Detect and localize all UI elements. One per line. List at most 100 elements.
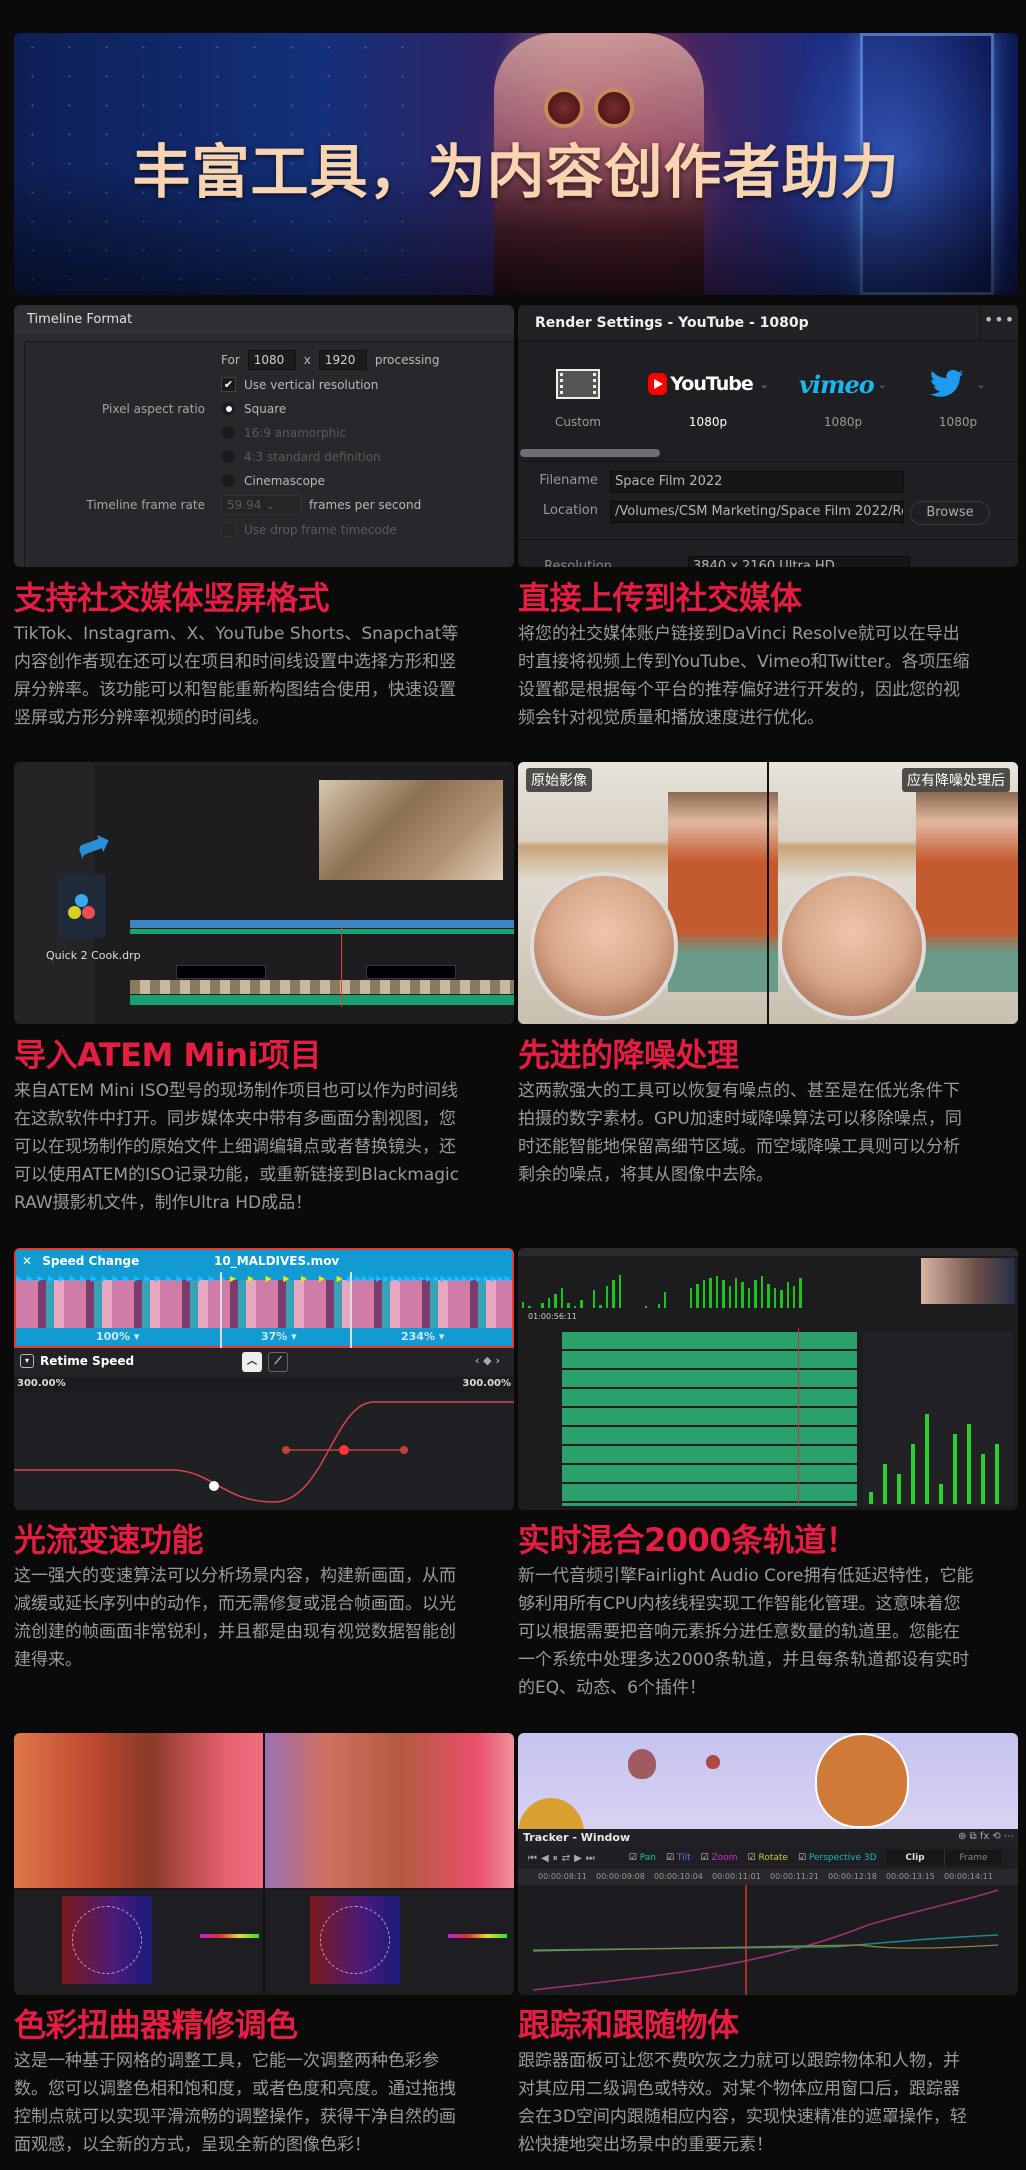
timecode-label: 00:00:10:04 — [654, 1872, 703, 1881]
feature-body: 跟踪器面板可让您不费吹灰之力就可以跟踪物体和人物，并对其应用二级调色或特效。对某… — [518, 2051, 967, 2155]
speed-point-handle[interactable] — [220, 1272, 222, 1348]
twitter-bird-icon — [930, 369, 964, 397]
checkbox-checked-icon[interactable]: ☑ — [701, 1853, 712, 1863]
playhead — [798, 1328, 799, 1506]
chevron-down-icon[interactable]: ⌄ — [760, 378, 769, 391]
tracker-option-zoom[interactable]: ☑ Zoom — [701, 1853, 738, 1863]
film-icon — [556, 369, 600, 399]
timecode-label: 00:00:12:18 — [828, 1872, 877, 1881]
preset-twitter[interactable]: ⌄ 1080p — [918, 369, 998, 429]
tab-clip[interactable]: Clip — [886, 1850, 944, 1866]
atem-project-screenshot: ➦ Quick 2 Cook.drp — [14, 762, 514, 1024]
preset-vimeo[interactable]: vimeo ⌄ 1080p — [788, 369, 898, 430]
color-warper-screenshot — [14, 1733, 514, 1995]
location-input[interactable]: /Volumes/CSM Marketing/Space Film 2022/R… — [610, 501, 904, 523]
davinci-project-file-icon — [58, 874, 106, 938]
use-vertical-resolution[interactable]: ✔ Use vertical resolution — [221, 377, 378, 392]
radio-selected-icon[interactable] — [221, 401, 236, 416]
x-label: x — [303, 353, 311, 367]
before-image — [14, 1733, 263, 1888]
horizontal-scrollbar[interactable] — [520, 449, 660, 457]
tab-frame[interactable]: Frame — [944, 1850, 1002, 1866]
filename-label: Filename — [539, 473, 598, 488]
feature-title: 直接上传到社交媒体 — [518, 579, 802, 617]
radio-anamorphic: 16:9 anamorphic — [221, 425, 346, 440]
timecode-label: 00:00:11:01 — [712, 1872, 761, 1881]
retime-curve-graph[interactable] — [14, 1392, 514, 1510]
audio-tracks — [562, 1332, 857, 1506]
linear-curve-button[interactable]: ⟋ — [268, 1352, 288, 1372]
segment-speed-select[interactable]: 234% ▾ — [401, 1330, 444, 1343]
for-label: For — [221, 353, 240, 367]
tracker-title: Tracker - Window — [518, 1829, 1018, 1847]
keyframe-point[interactable] — [339, 1445, 349, 1455]
segment-speed-select[interactable]: 37% ▾ — [261, 1330, 297, 1343]
speed-arrows: ▶ ▶ ▶ ▶ ▶ ▶ ▶ ▶ ▶ ▶ ▶ ▶ ▶ ▶ ▶ ▶ ▶ ▶ ▶ ▶ … — [16, 1274, 512, 1283]
feature-title: 导入ATEM Mini项目 — [14, 1036, 322, 1074]
chevron-down-icon[interactable]: ⌄ — [976, 378, 985, 391]
radio-disabled-icon — [221, 425, 236, 440]
magnifier-clean — [778, 872, 926, 1020]
feature-body: 这一强大的变速算法可以分析场景内容，构建新画面，从而减缓或延长序列中的动作，而无… — [14, 1566, 456, 1670]
before-tag: 原始影像 — [526, 768, 592, 792]
radio-unselected-icon[interactable] — [221, 473, 236, 488]
resolution-select[interactable]: 3840 x 2160 Ultra HD — [688, 556, 910, 567]
feature-object-tracking: 跟踪和跟随物体 跟踪器面板可让您不费吹灰之力就可以跟踪物体和人物，并对其应用二级… — [518, 2005, 1018, 2159]
checkbox-checked-icon[interactable]: ☑ — [666, 1853, 677, 1863]
filename-input[interactable]: Space Film 2022 — [610, 471, 904, 493]
tracked-balloon[interactable] — [815, 1733, 909, 1828]
radio-cinemascope[interactable]: Cinemascope — [221, 473, 325, 488]
feature-optical-flow: 光流变速功能 这一强大的变速算法可以分析场景内容，构建新画面，从而减缓或延长序列… — [14, 1520, 514, 1674]
checkbox-checked-icon[interactable]: ☑ — [629, 1853, 640, 1863]
smooth-curve-button[interactable]: ︿ — [242, 1352, 262, 1372]
bezier-handle[interactable] — [400, 1446, 408, 1454]
checkbox-checked-icon[interactable]: ✔ — [221, 377, 236, 392]
speed-change-panel: ✕ Speed Change 10_MALDIVES.mov ▶ ▶ ▶ ▶ ▶… — [14, 1248, 514, 1510]
browse-button[interactable]: Browse — [910, 501, 990, 525]
clip-name: 10_MALDIVES.mov — [214, 1254, 340, 1268]
checkbox-checked-icon[interactable]: ☑ — [748, 1853, 759, 1863]
tracker-option-pan[interactable]: ☑ Pan — [629, 1853, 656, 1863]
chevron-down-icon[interactable]: ⌄ — [878, 378, 887, 391]
width-input[interactable]: 1080 — [247, 350, 296, 370]
chevron-down-icon: ⌄ — [265, 498, 276, 512]
feature-body: 这两款强大的工具可以恢复有噪点的、甚至是在低光条件下拍摄的数字素材。GPU加速时… — [518, 1081, 962, 1185]
keyframe-nav-icon[interactable]: ‹ ◆ › — [475, 1354, 500, 1367]
processing-label: processing — [374, 353, 440, 367]
tracker-window-screenshot: Tracker - Window ⊕ ⧉ fx ⟲ ⋯ ⏮◀⏸⇄▶⏭ ☑ Pan… — [518, 1733, 1018, 1995]
radio-square[interactable]: Square — [221, 401, 286, 416]
video-preview — [921, 1258, 1015, 1304]
keyframe-point[interactable] — [209, 1481, 219, 1491]
more-icon[interactable]: ••• — [980, 305, 1018, 341]
preset-custom[interactable]: Custom — [548, 369, 608, 429]
warper-grid[interactable] — [62, 1896, 152, 1984]
feature-body: 将您的社交媒体账户链接到DaVinci Resolve就可以在导出时直接将视频上… — [518, 624, 970, 728]
checkbox-checked-icon[interactable]: ☑ — [798, 1853, 809, 1863]
segment-speed-select[interactable]: 100% ▾ — [96, 1330, 139, 1343]
collapse-toggle-icon[interactable]: ▾ — [20, 1354, 34, 1368]
tracker-graph[interactable] — [518, 1885, 1018, 1995]
tracker-option-tilt[interactable]: ☑ Tilt — [666, 1853, 691, 1863]
transport-controls[interactable]: ⏮◀⏸⇄▶⏭ — [528, 1853, 599, 1864]
left-speed-value: 300.00% — [17, 1378, 66, 1389]
tracker-option-rotate[interactable]: ☑ Rotate — [748, 1853, 788, 1863]
magnifier-noisy — [530, 872, 678, 1020]
feature-body: TikTok、Instagram、X、YouTube Shorts、Snapch… — [14, 624, 459, 728]
feature-title: 实时混合2000条轨道！ — [518, 1521, 858, 1559]
height-input[interactable]: 1920 — [318, 350, 367, 370]
panel-title: Timeline Format — [14, 305, 514, 335]
frame-rate-select[interactable]: 59.94 ⌄ — [221, 495, 301, 515]
tracker-tools-icons[interactable]: ⊕ ⧉ fx ⟲ ⋯ — [958, 1831, 1014, 1842]
retime-speed-label: Retime Speed — [40, 1354, 135, 1368]
hero-title: 丰富工具，为内容创作者助力 — [132, 138, 900, 206]
speed-point-handle[interactable] — [350, 1272, 352, 1348]
bezier-handle[interactable] — [282, 1446, 290, 1454]
tracker-option-perspective-3d[interactable]: ☑ Perspective 3D — [798, 1853, 877, 1863]
frame-rate-label: Timeline frame rate — [86, 498, 205, 512]
radio-disabled-icon — [221, 449, 236, 464]
preset-youtube[interactable]: YouTube ⌄ 1080p — [648, 369, 769, 429]
warper-grid[interactable] — [310, 1896, 400, 1984]
youtube-logo: YouTube ⌄ — [648, 369, 769, 399]
feature-title: 跟踪和跟随物体 — [518, 2006, 739, 2044]
close-icon[interactable]: ✕ — [22, 1254, 32, 1268]
